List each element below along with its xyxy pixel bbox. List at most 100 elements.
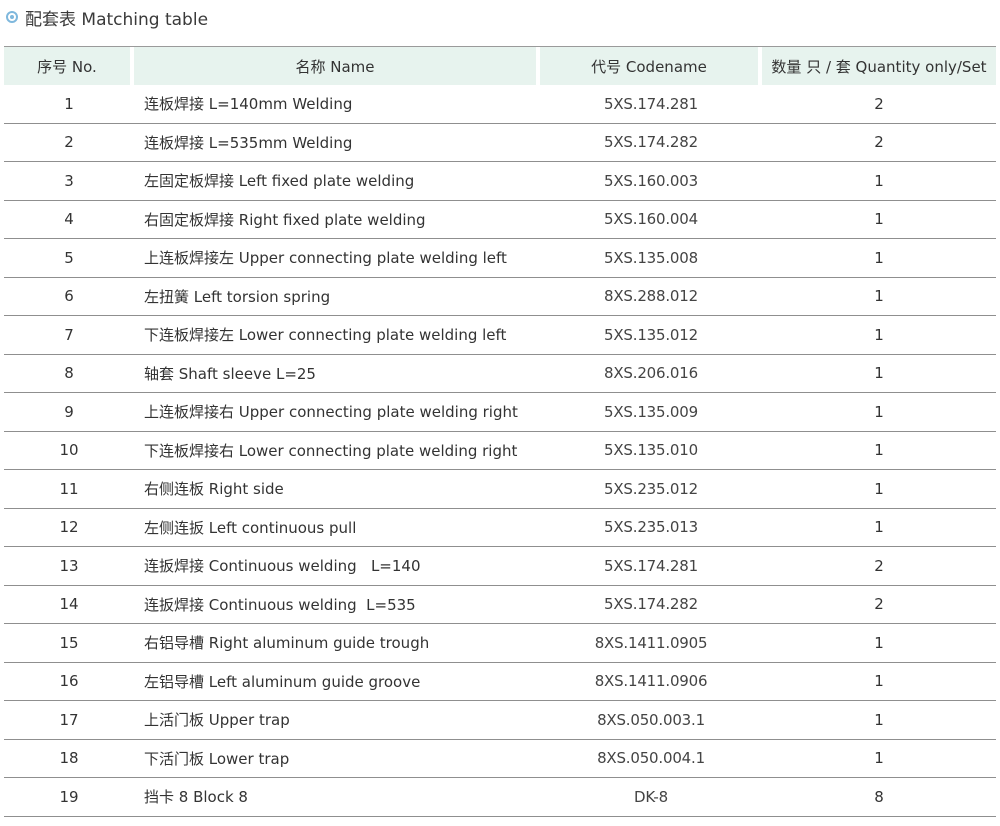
cell-name: 右固定板焊接 Right fixed plate welding [144, 210, 426, 229]
table-row: 9 上连板焊接右 Upper connecting plate welding r… [4, 393, 996, 432]
cell-qty: 1 [874, 710, 884, 729]
cell-no: 12 [59, 518, 79, 537]
cell-no: 9 [64, 402, 74, 421]
cell-no: 4 [64, 210, 74, 229]
cell-no: 10 [59, 441, 79, 460]
cell-qty: 1 [874, 287, 884, 306]
cell-code: 5XS.135.012 [604, 325, 698, 344]
table-row: 5 上连板焊接左 Upper connecting plate welding l… [4, 239, 996, 278]
cell-name: 连扳焊接 Continuous welding L=535 [144, 595, 416, 614]
cell-name: 左侧连扳 Left continuous pull [144, 518, 357, 537]
cell-no: 17 [59, 710, 79, 729]
cell-qty: 1 [874, 479, 884, 498]
cell-code: 5XS.174.282 [604, 595, 698, 614]
cell-name: 连板焊接 L=535mm Welding [144, 133, 353, 152]
cell-code: 5XS.235.013 [604, 518, 698, 537]
header-code: 代号 Codename [540, 47, 758, 85]
table-row: 16 左铝导槽 Left aluminum guide groove 8XS.141… [4, 663, 996, 701]
cell-qty: 1 [874, 325, 884, 344]
cell-code: 5XS.135.010 [604, 441, 698, 460]
cell-name: 右铝导槽 Right aluminum guide trough [144, 634, 430, 653]
cell-no: 1 [64, 94, 74, 113]
cell-code: 5XS.174.281 [604, 94, 698, 113]
cell-code: 5XS.160.003 [604, 171, 698, 190]
cell-code: 5XS.235.012 [604, 479, 698, 498]
cell-no: 14 [59, 595, 79, 614]
table-row: 19 挡卡 8 Block 8 DK-8 8 [4, 778, 996, 817]
cell-qty: 1 [874, 633, 884, 652]
header-no: 序号 No. [4, 47, 130, 85]
table-row: 10 下连板焊接右 Lower connecting plate welding … [4, 432, 996, 470]
cell-qty: 1 [874, 364, 884, 383]
table-body: 1 连板焊接 L=140mm Welding 5XS.174.281 2 2 连板焊接 … [4, 85, 996, 817]
cell-code: 8XS.1411.0905 [594, 633, 708, 652]
cell-name: 上活门板 Upper trap [144, 711, 290, 730]
cell-name: 下连板焊接右 Lower connecting plate welding ri… [144, 441, 518, 460]
section-title-text: 配套表 Matching table [25, 9, 209, 30]
section-title: 配套表 Matching table [6, 5, 209, 30]
cell-qty: 1 [874, 672, 884, 691]
cell-no: 2 [64, 133, 74, 152]
cell-no: 16 [59, 672, 79, 691]
cell-no: 7 [64, 325, 74, 344]
cell-name: 下活门板 Lower trap [144, 749, 290, 768]
table-row: 8 轴套 Shaft sleeve L=25 8XS.206.016 1 [4, 355, 996, 393]
cell-no: 5 [64, 248, 74, 267]
cell-qty: 2 [874, 133, 884, 152]
cell-code: 8XS.206.016 [604, 364, 698, 383]
cell-name: 连扳焊接 Continuous welding L=140 [144, 557, 421, 576]
cell-qty: 1 [874, 171, 884, 190]
cell-code: 5XS.174.282 [604, 133, 698, 152]
cell-no: 18 [59, 749, 79, 768]
cell-no: 19 [59, 787, 79, 806]
cell-qty: 1 [874, 402, 884, 421]
table-row: 17 上活门板 Upper trap 8XS.050.003.1 1 [4, 701, 996, 740]
cell-code: 5XS.135.008 [604, 248, 698, 267]
cell-qty: 1 [874, 749, 884, 768]
table-row: 15 右铝导槽 Right aluminum guide trough 8XS.14… [4, 624, 996, 663]
cell-no: 3 [64, 171, 74, 190]
table-row: 2 连板焊接 L=535mm Welding 5XS.174.282 2 [4, 124, 996, 162]
cell-name: 左扭簧 Left torsion spring [144, 287, 331, 306]
cell-no: 11 [59, 479, 79, 498]
cell-qty: 8 [874, 787, 884, 806]
table-row: 3 左固定板焊接 Left fixed plate welding 5XS.160.… [4, 162, 996, 201]
table-row: 11 右侧连板 Right side 5XS.235.012 1 [4, 470, 996, 509]
cell-name: 下连板焊接左 Lower connecting plate welding le… [144, 326, 507, 345]
header-name: 名称 Name [134, 47, 536, 85]
table-header-row: 序号 No. 名称 Name 代号 Codename 数量 只 / 套 Quan… [4, 47, 996, 85]
matching-table: 序号 No. 名称 Name 代号 Codename 数量 只 / 套 Quan… [4, 47, 996, 817]
cell-qty: 1 [874, 248, 884, 267]
cell-qty: 1 [874, 210, 884, 229]
cell-qty: 2 [874, 94, 884, 113]
circle-bullet-icon [6, 11, 18, 23]
cell-code: 5XS.135.009 [604, 402, 698, 421]
table-row: 12 左侧连扳 Left continuous pull 5XS.235.013 1 [4, 509, 996, 547]
table-row: 14 连扳焊接 Continuous welding L=535 5XS.174.2… [4, 586, 996, 624]
cell-name: 轴套 Shaft sleeve L=25 [144, 364, 316, 383]
cell-code: 5XS.174.281 [604, 556, 698, 575]
cell-name: 上连板焊接左 Upper connecting plate welding le… [144, 249, 507, 268]
cell-code: 8XS.050.004.1 [597, 749, 705, 768]
table-row: 6 左扭簧 Left torsion spring 8XS.288.012 1 [4, 278, 996, 316]
cell-code: 5XS.160.004 [604, 210, 698, 229]
table-row: 13 连扳焊接 Continuous welding L=140 5XS.174.2… [4, 547, 996, 586]
cell-name: 左固定板焊接 Left fixed plate welding [144, 172, 415, 191]
table-row: 7 下连板焊接左 Lower connecting plate welding l… [4, 316, 996, 355]
table-row: 1 连板焊接 L=140mm Welding 5XS.174.281 2 [4, 85, 996, 124]
cell-name: 右侧连板 Right side [144, 480, 284, 499]
cell-no: 15 [59, 633, 79, 652]
cell-no: 13 [59, 556, 79, 575]
cell-qty: 1 [874, 441, 884, 460]
cell-name: 左铝导槽 Left aluminum guide groove [144, 672, 421, 691]
table-row: 4 右固定板焊接 Right fixed plate welding 5XS.160… [4, 201, 996, 239]
cell-no: 8 [64, 364, 74, 383]
cell-qty: 2 [874, 595, 884, 614]
cell-name: 连板焊接 L=140mm Welding [144, 95, 353, 114]
cell-code: DK-8 [634, 787, 668, 806]
cell-no: 6 [64, 287, 74, 306]
header-qty: 数量 只 / 套 Quantity only/Set [762, 47, 996, 85]
cell-qty: 2 [874, 556, 884, 575]
cell-code: 8XS.288.012 [604, 287, 698, 306]
table-row: 18 下活门板 Lower trap 8XS.050.004.1 1 [4, 740, 996, 778]
